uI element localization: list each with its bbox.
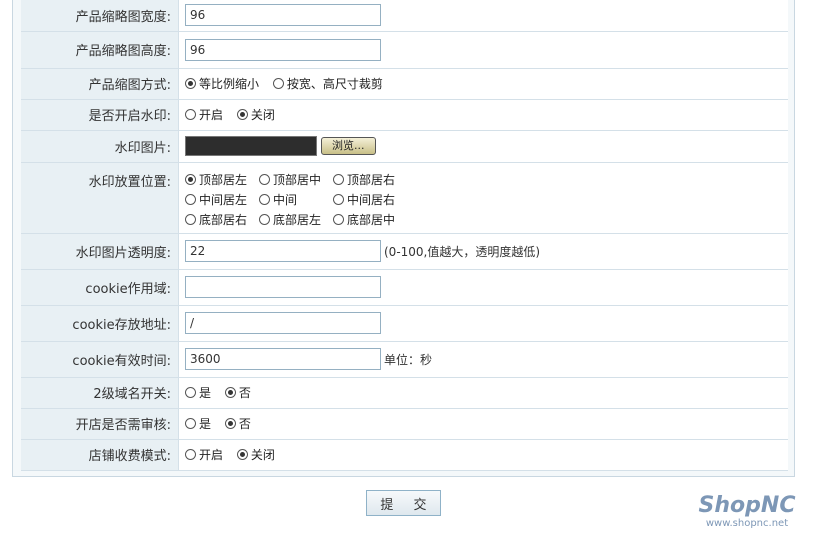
cookie-domain-input[interactable]	[185, 276, 381, 298]
row-cookie-expiry: cookie有效时间: 单位：秒	[21, 341, 788, 378]
radio-option[interactable]: 按宽、高尺寸裁剪	[272, 75, 383, 92]
radio-option[interactable]: 否	[224, 384, 251, 401]
radio-unchecked-icon[interactable]	[259, 193, 270, 205]
radio-checked-icon[interactable]	[236, 449, 248, 460]
radio-option[interactable]: 中间	[259, 189, 323, 209]
label-thumb-width: 产品缩略图宽度:	[21, 0, 179, 32]
thumb-height-input[interactable]	[185, 38, 381, 61]
radio-option[interactable]: 顶部居中	[259, 169, 323, 189]
label-cookie-path: cookie存放地址:	[21, 305, 179, 342]
label-cookie-domain: cookie作用域:	[21, 269, 179, 306]
logo-brand: ShopNC	[698, 493, 796, 518]
radio-option[interactable]: 顶部居左	[185, 169, 249, 189]
label-thumb-height: 产品缩略图高度:	[21, 31, 179, 69]
radio-unchecked-icon[interactable]	[185, 213, 196, 225]
radio-unchecked-icon[interactable]	[185, 109, 196, 120]
radio-unchecked-icon[interactable]	[185, 193, 196, 205]
row-watermark-opacity: 水印图片透明度: (0-100,值越大，透明度越低)	[21, 233, 788, 270]
radio-option[interactable]: 关闭	[236, 106, 275, 123]
settings-form: 产品缩略图宽度: 产品缩略图高度: 产品缩图方式: 等比例缩小 按宽、高尺寸裁剪…	[21, 0, 788, 471]
submit-button[interactable]: 提 交	[366, 490, 441, 516]
radio-option[interactable]: 是	[185, 415, 211, 432]
row-store-fee: 店铺收费模式: 开启 关闭	[21, 439, 788, 471]
watermark-opacity-input[interactable]	[185, 240, 381, 262]
radio-unchecked-icon[interactable]	[259, 173, 270, 185]
browse-button[interactable]: 浏览...	[321, 137, 376, 155]
radio-checked-icon[interactable]	[224, 387, 236, 398]
row-cookie-domain: cookie作用域:	[21, 269, 788, 306]
label-subdomain-switch: 2级域名开关:	[21, 377, 179, 409]
radio-unchecked-icon[interactable]	[185, 387, 196, 398]
label-thumb-mode: 产品缩图方式:	[21, 68, 179, 100]
row-cookie-path: cookie存放地址:	[21, 305, 788, 342]
row-thumb-width: 产品缩略图宽度:	[21, 0, 788, 32]
radio-checked-icon[interactable]	[185, 173, 196, 185]
row-subdomain-switch: 2级域名开关: 是 否	[21, 377, 788, 409]
label-store-review: 开店是否需审核:	[21, 408, 179, 440]
radio-option[interactable]: 底部居右	[185, 209, 249, 229]
radio-option[interactable]: 否	[224, 415, 251, 432]
position-options: 顶部居左 顶部居中 顶部居右 中间居左 中间 中间居右 底部居右 底部居左 底部…	[185, 169, 788, 229]
radio-unchecked-icon[interactable]	[185, 418, 196, 429]
cookie-expiry-input[interactable]	[185, 348, 381, 370]
row-watermark-image: 水印图片: 浏览...	[21, 130, 788, 163]
radio-unchecked-icon[interactable]	[333, 213, 344, 225]
radio-option[interactable]: 关闭	[236, 446, 275, 463]
opacity-hint: (0-100,值越大，透明度越低)	[384, 244, 541, 259]
radio-option[interactable]: 顶部居右	[333, 169, 397, 189]
radio-unchecked-icon[interactable]	[333, 173, 344, 185]
shopnc-logo: ShopNC www.shopnc.net	[688, 494, 806, 530]
radio-option[interactable]: 等比例缩小	[185, 75, 259, 92]
radio-checked-icon[interactable]	[224, 418, 236, 429]
radio-option[interactable]: 是	[185, 384, 211, 401]
label-watermark-position: 水印放置位置:	[21, 162, 179, 234]
row-store-review: 开店是否需审核: 是 否	[21, 408, 788, 440]
expiry-unit-hint: 单位：秒	[384, 352, 433, 367]
row-thumb-mode: 产品缩图方式: 等比例缩小 按宽、高尺寸裁剪	[21, 68, 788, 100]
radio-checked-icon[interactable]	[185, 78, 196, 89]
thumb-width-input[interactable]	[185, 4, 381, 27]
radio-unchecked-icon[interactable]	[272, 78, 284, 89]
radio-unchecked-icon[interactable]	[333, 193, 344, 205]
label-watermark-opacity: 水印图片透明度:	[21, 233, 179, 270]
settings-panel: 产品缩略图宽度: 产品缩略图高度: 产品缩图方式: 等比例缩小 按宽、高尺寸裁剪…	[12, 0, 795, 477]
label-watermark-enable: 是否开启水印:	[21, 99, 179, 131]
logo-url: www.shopnc.net	[705, 518, 789, 529]
radio-checked-icon[interactable]	[236, 109, 248, 120]
radio-option[interactable]: 中间居左	[185, 189, 249, 209]
row-watermark-position: 水印放置位置: 顶部居左 顶部居中 顶部居右 中间居左 中间 中间居右 底部居右…	[21, 162, 788, 234]
radio-option[interactable]: 底部居左	[259, 209, 323, 229]
radio-option[interactable]: 开启	[185, 446, 223, 463]
row-thumb-height: 产品缩略图高度:	[21, 31, 788, 69]
cookie-path-input[interactable]	[185, 312, 381, 334]
radio-option[interactable]: 底部居中	[333, 209, 397, 229]
label-watermark-image: 水印图片:	[21, 130, 179, 163]
radio-unchecked-icon[interactable]	[185, 449, 196, 460]
radio-unchecked-icon[interactable]	[259, 213, 270, 225]
radio-option[interactable]: 中间居右	[333, 189, 397, 209]
label-store-fee: 店铺收费模式:	[21, 439, 179, 471]
row-watermark-enable: 是否开启水印: 开启 关闭	[21, 99, 788, 131]
radio-option[interactable]: 开启	[185, 106, 223, 123]
file-path-field[interactable]	[185, 136, 317, 156]
label-cookie-expiry: cookie有效时间:	[21, 341, 179, 378]
